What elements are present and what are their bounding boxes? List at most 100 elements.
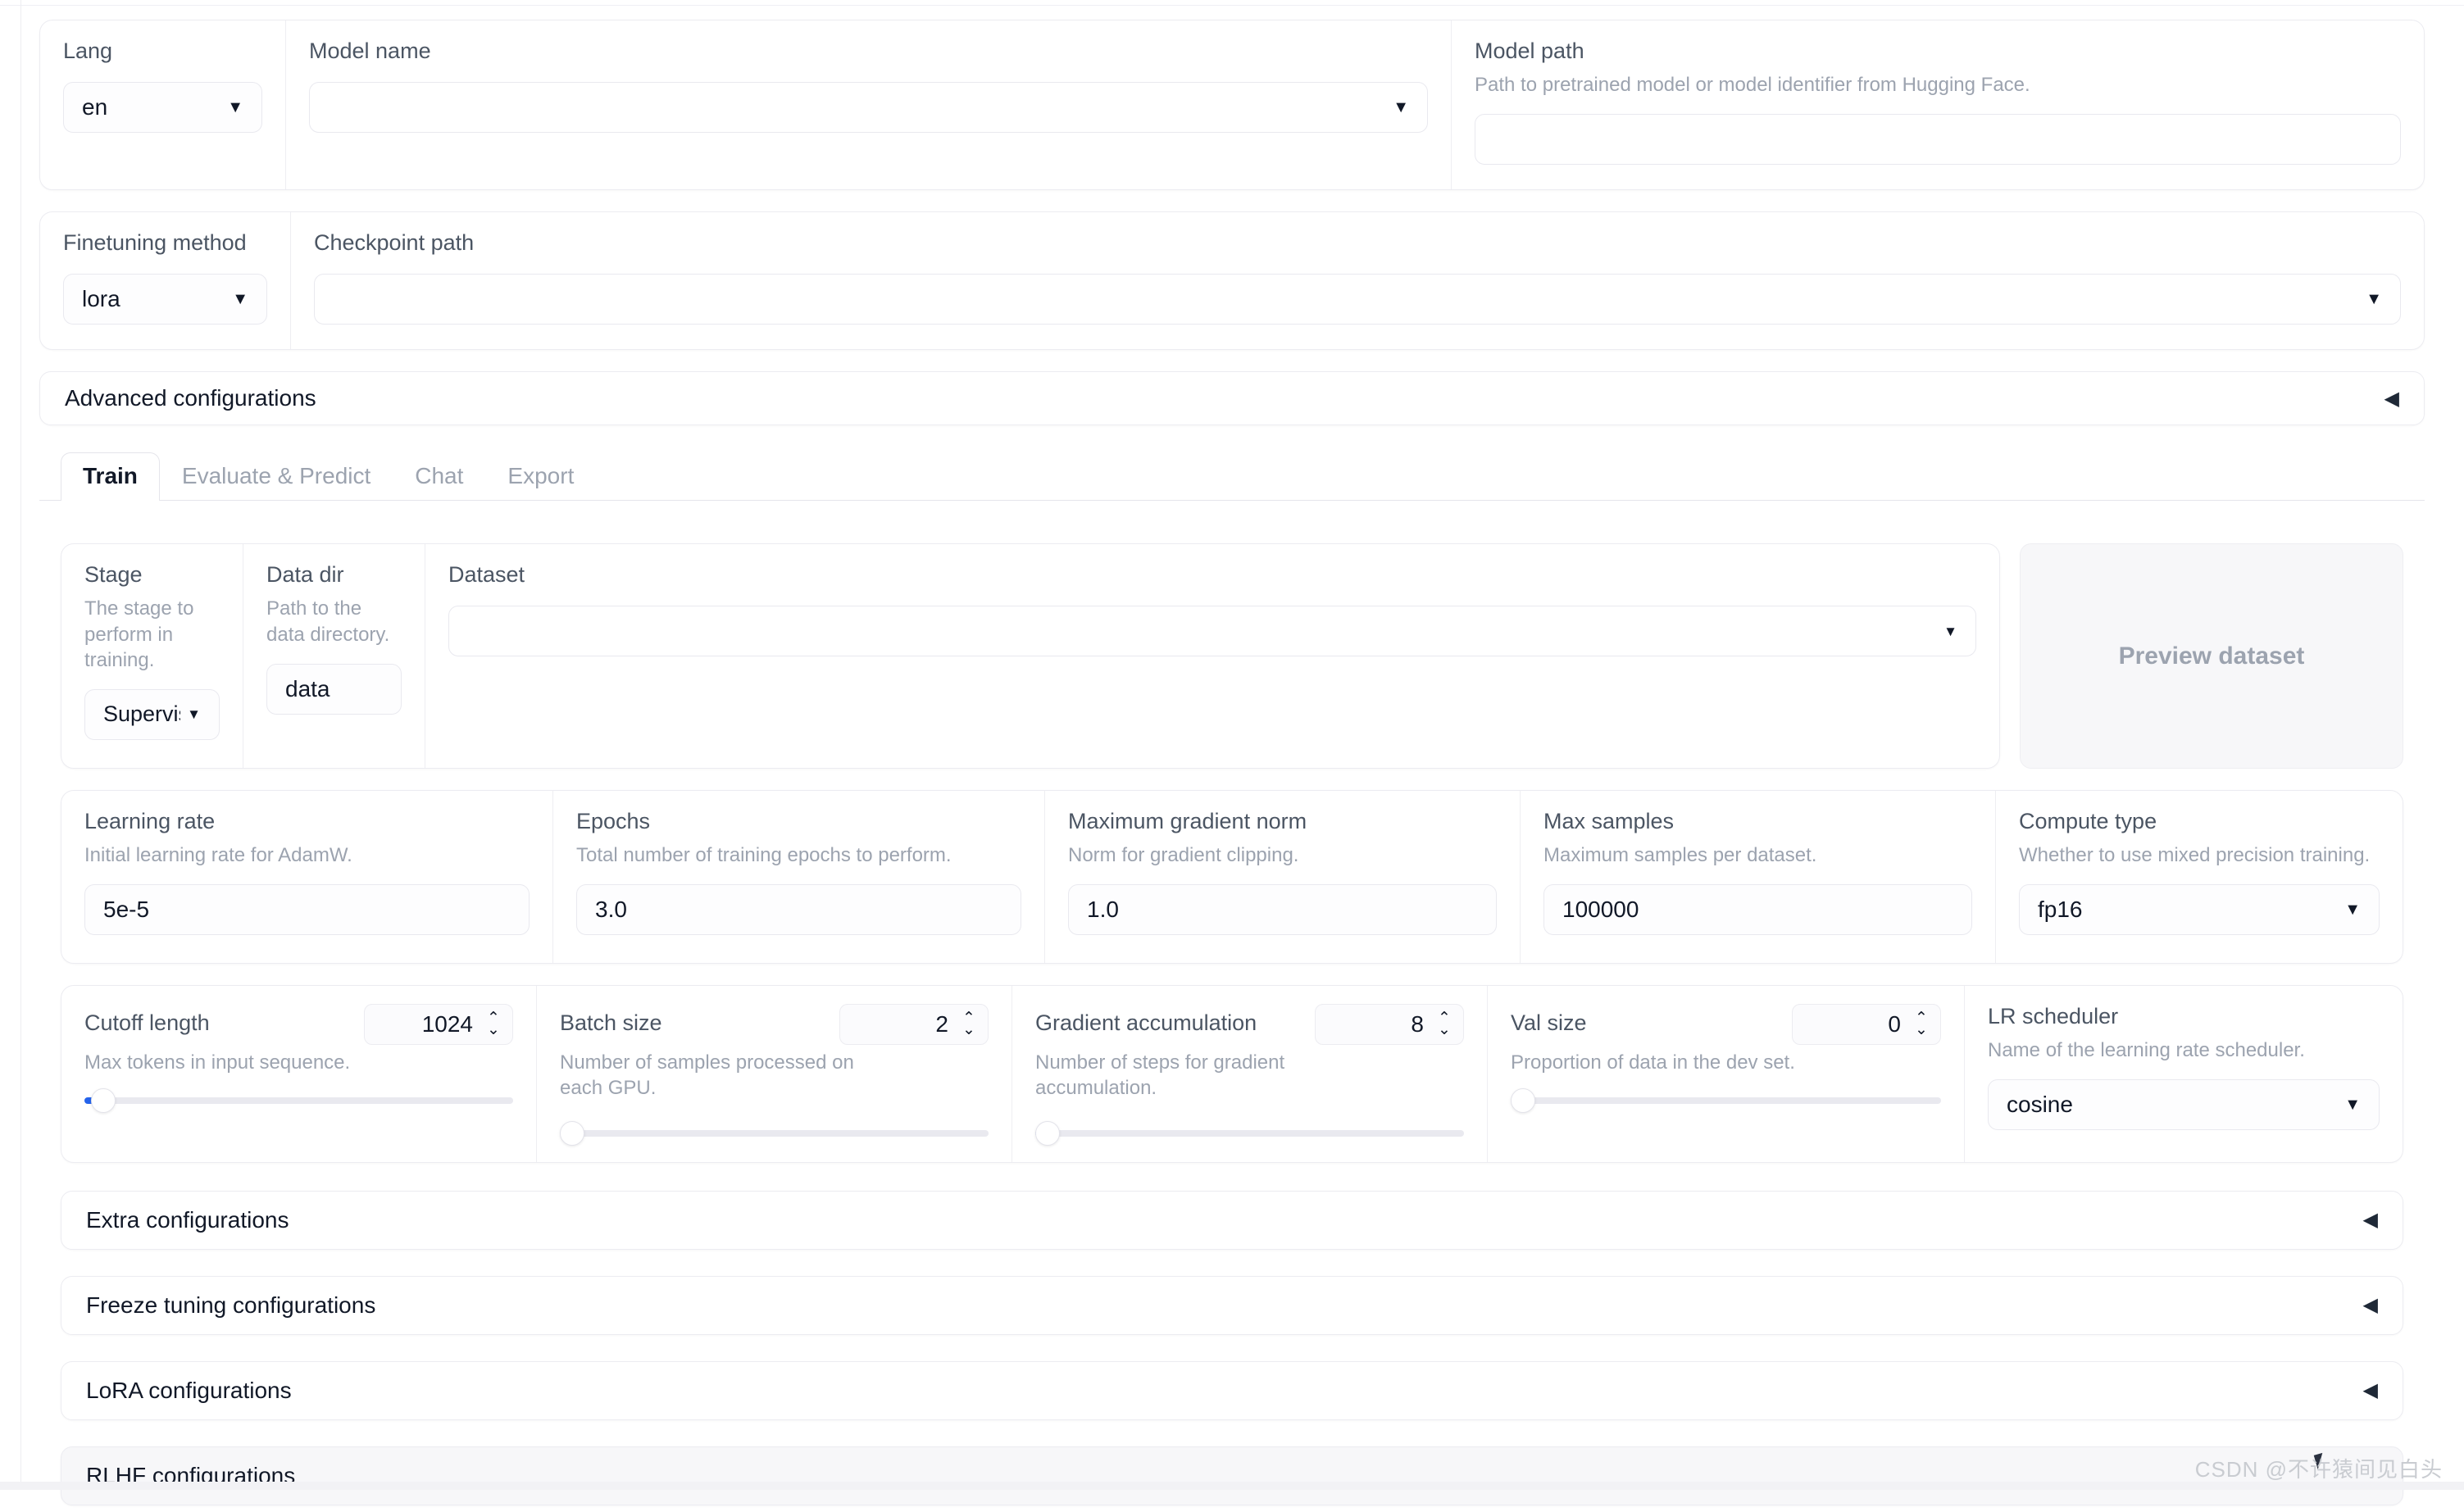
learning-rate-description: Initial learning rate for AdamW. bbox=[84, 843, 352, 866]
learning-rate-input[interactable]: 5e-5 bbox=[84, 884, 530, 936]
checkpoint-path-dropdown[interactable]: ▼ bbox=[314, 274, 2401, 325]
finetuning-method-dropdown[interactable]: lora ▼ bbox=[63, 274, 267, 325]
learning-rate-value: 5e-5 bbox=[103, 897, 150, 923]
slider-track bbox=[94, 1097, 513, 1105]
max-samples-value: 100000 bbox=[1562, 897, 1639, 923]
model-path-description: Path to pretrained model or model identi… bbox=[1475, 74, 2030, 97]
batch-size-stepper[interactable]: 2 ⌃ ⌄ bbox=[839, 1004, 989, 1046]
batch-size-label: Batch size bbox=[560, 1010, 662, 1036]
stepper-arrows[interactable]: ⌃ ⌄ bbox=[1911, 1011, 1932, 1038]
stage-dropdown[interactable]: Supervised Fine-Tuning ▼ bbox=[84, 688, 220, 740]
lang-label: Lang bbox=[63, 39, 113, 63]
slider-knob[interactable] bbox=[560, 1120, 584, 1146]
finetuning-row: Finetuning method lora ▼ Checkpoint path… bbox=[39, 211, 2425, 351]
stepper-arrows[interactable]: ⌃ ⌄ bbox=[958, 1011, 980, 1038]
freeze-tuning-configurations-accordion[interactable]: Freeze tuning configurations ◀ bbox=[61, 1275, 2403, 1335]
data-dir-input[interactable]: data bbox=[266, 663, 402, 715]
dataset-row: Stage The stage to perform in training. … bbox=[61, 543, 2403, 769]
triangle-left-icon[interactable]: ◀ bbox=[2363, 1208, 2378, 1232]
val-size-value: 0 bbox=[1888, 1011, 1901, 1038]
tab-chat-label: Chat bbox=[415, 463, 464, 489]
spin-down-icon[interactable]: ⌄ bbox=[487, 1022, 500, 1038]
chevron-down-icon: ▼ bbox=[2366, 290, 2382, 309]
cutoff-length-stepper[interactable]: 1024 ⌃ ⌄ bbox=[364, 1004, 513, 1046]
cutoff-length-description: Max tokens in input sequence. bbox=[84, 1051, 351, 1074]
learning-rate-field: Learning rate Initial learning rate for … bbox=[61, 790, 553, 964]
triangle-left-icon[interactable]: ◀ bbox=[2363, 1378, 2378, 1402]
data-dir-field: Data dir Path to the data directory. dat… bbox=[243, 544, 425, 768]
cutoff-length-slider[interactable] bbox=[84, 1088, 513, 1114]
gradient-accumulation-description: Number of steps for gradient accumulatio… bbox=[1035, 1051, 1285, 1100]
epochs-value: 3.0 bbox=[595, 897, 627, 923]
extra-configurations-accordion[interactable]: Extra configurations ◀ bbox=[61, 1190, 2403, 1250]
tab-export[interactable]: Export bbox=[485, 452, 596, 501]
max-gradient-norm-label: Maximum gradient norm bbox=[1068, 808, 1307, 833]
batch-size-description: Number of samples processed on each GPU. bbox=[560, 1051, 854, 1100]
chevron-down-icon: ▼ bbox=[1393, 98, 1409, 117]
tab-train[interactable]: Train bbox=[61, 452, 160, 502]
cutoff-length-value: 1024 bbox=[421, 1011, 473, 1038]
val-size-label: Val size bbox=[1511, 1010, 1587, 1036]
tab-evaluate-predict[interactable]: Evaluate & Predict bbox=[160, 452, 393, 501]
epochs-input[interactable]: 3.0 bbox=[576, 884, 1021, 936]
max-samples-field: Max samples Maximum samples per dataset.… bbox=[1521, 790, 1996, 964]
max-gradient-norm-field: Maximum gradient norm Norm for gradient … bbox=[1045, 790, 1521, 964]
val-size-field: Val size 0 ⌃ ⌄ Proportion of data in the… bbox=[1488, 986, 1965, 1162]
val-size-stepper[interactable]: 0 ⌃ ⌄ bbox=[1792, 1004, 1941, 1046]
compute-type-description: Whether to use mixed precision training. bbox=[2019, 843, 2371, 866]
model-name-label: Model name bbox=[309, 39, 431, 63]
slider-knob[interactable] bbox=[1511, 1088, 1535, 1114]
slider-parameters-row: Cutoff length 1024 ⌃ ⌄ Max tokens in inp… bbox=[61, 985, 2403, 1163]
data-dir-description: Path to the data directory. bbox=[266, 597, 390, 646]
gradient-accumulation-stepper[interactable]: 8 ⌃ ⌄ bbox=[1315, 1004, 1464, 1046]
tab-train-label: Train bbox=[83, 463, 138, 489]
preview-dataset-button[interactable]: Preview dataset bbox=[2020, 543, 2403, 769]
lang-value: en bbox=[82, 94, 108, 120]
stepper-arrows[interactable]: ⌃ ⌄ bbox=[1434, 1011, 1455, 1038]
rlhf-configurations-accordion[interactable]: RLHF configurations bbox=[61, 1446, 2403, 1505]
lang-field: Lang en ▼ bbox=[40, 20, 286, 190]
lr-scheduler-description: Name of the learning rate scheduler. bbox=[1988, 1039, 2305, 1062]
spin-down-icon[interactable]: ⌄ bbox=[1438, 1022, 1451, 1038]
training-parameters-row: Learning rate Initial learning rate for … bbox=[61, 789, 2403, 965]
tab-bar: Train Evaluate & Predict Chat Export bbox=[39, 447, 2425, 502]
slider-track bbox=[1521, 1097, 1941, 1105]
lora-configurations-accordion[interactable]: LoRA configurations ◀ bbox=[61, 1360, 2403, 1420]
lr-scheduler-dropdown[interactable]: cosine ▼ bbox=[1988, 1079, 2380, 1131]
chevron-down-icon: ▼ bbox=[2344, 1096, 2361, 1115]
compute-type-field: Compute type Whether to use mixed precis… bbox=[1996, 791, 2403, 963]
chevron-down-icon: ▼ bbox=[187, 706, 201, 723]
gradient-accumulation-label: Gradient accumulation bbox=[1035, 1010, 1257, 1036]
model-path-field: Model path Path to pretrained model or m… bbox=[1452, 20, 2424, 189]
tab-chat[interactable]: Chat bbox=[393, 452, 485, 501]
epochs-label: Epochs bbox=[576, 808, 651, 833]
max-samples-description: Maximum samples per dataset. bbox=[1543, 843, 1817, 866]
dataset-dropdown[interactable]: ▼ bbox=[448, 606, 1976, 657]
spin-down-icon[interactable]: ⌄ bbox=[962, 1022, 975, 1038]
data-dir-label: Data dir bbox=[266, 562, 344, 588]
model-path-input[interactable] bbox=[1475, 114, 2401, 166]
model-name-dropdown[interactable]: ▼ bbox=[309, 82, 1428, 134]
freeze-tuning-configurations-label: Freeze tuning configurations bbox=[86, 1292, 376, 1318]
triangle-left-icon[interactable]: ◀ bbox=[2384, 387, 2399, 411]
gradient-accumulation-slider[interactable] bbox=[1035, 1120, 1464, 1146]
stepper-arrows[interactable]: ⌃ ⌄ bbox=[483, 1011, 504, 1038]
compute-type-dropdown[interactable]: fp16 ▼ bbox=[2019, 884, 2380, 936]
spin-down-icon[interactable]: ⌄ bbox=[1915, 1022, 1928, 1038]
max-samples-input[interactable]: 100000 bbox=[1543, 884, 1972, 936]
advanced-configurations-accordion[interactable]: Advanced configurations ◀ bbox=[39, 371, 2425, 426]
slider-knob[interactable] bbox=[91, 1088, 116, 1114]
slider-knob[interactable] bbox=[1035, 1120, 1060, 1146]
max-gradient-norm-input[interactable]: 1.0 bbox=[1068, 884, 1497, 936]
finetuning-method-value: lora bbox=[82, 286, 120, 312]
max-gradient-norm-description: Norm for gradient clipping. bbox=[1068, 843, 1299, 866]
lang-dropdown[interactable]: en ▼ bbox=[63, 82, 262, 134]
batch-size-slider[interactable] bbox=[560, 1120, 989, 1146]
compute-type-value: fp16 bbox=[2038, 897, 2083, 923]
lr-scheduler-value: cosine bbox=[2007, 1092, 2073, 1118]
cutoff-length-label: Cutoff length bbox=[84, 1010, 210, 1036]
preview-dataset-label: Preview dataset bbox=[2118, 642, 2305, 670]
triangle-left-icon[interactable]: ◀ bbox=[2363, 1293, 2378, 1317]
val-size-slider[interactable] bbox=[1511, 1088, 1941, 1114]
dataset-field: Dataset ▼ bbox=[425, 544, 1999, 768]
